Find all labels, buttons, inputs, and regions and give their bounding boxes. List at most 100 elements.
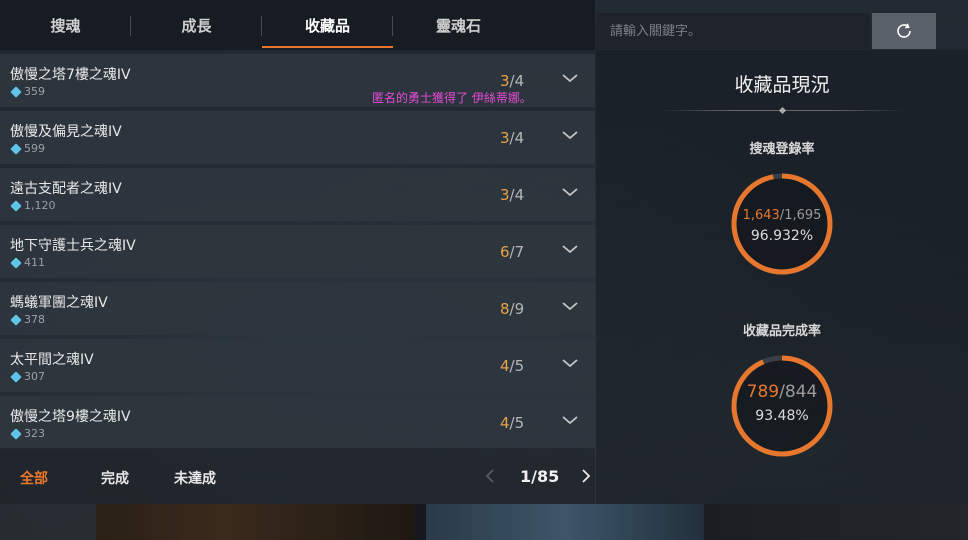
chevron-left-icon[interactable] [484,468,496,484]
collection-rate-total: 844 [784,382,818,402]
list-item[interactable]: 螞蟻軍團之魂IV 378 8/9 [0,282,595,335]
list-item[interactable]: 遠古支配者之魂IV 1,120 3/4 [0,168,595,221]
points-value: 307 [24,370,45,383]
notify-suffix: 。 [519,91,532,105]
item-count: 6/7 [500,243,525,261]
item-count: 8/9 [500,300,525,318]
item-count: 4/5 [500,414,525,432]
item-name: 傲慢及偏見之魂IV [10,124,122,140]
list-item[interactable]: 傲慢及偏見之魂IV 599 3/4 [0,111,595,164]
refresh-icon [897,23,911,38]
points-value: 411 [24,256,45,269]
item-points: 1,120 [10,199,56,212]
soul-rate-label: 搜魂登錄率 [749,142,815,157]
count-have: 4 [500,357,510,375]
collection-rate-count: 789/844 [746,382,818,402]
chevron-down-icon[interactable] [561,129,579,141]
collection-list: 傲慢之塔7樓之魂IV 359 匿名的勇士獲得了 伊絲蒂娜。 3/4 傲慢及偏見之… [0,54,595,453]
tab-label: 搜魂 [50,16,81,35]
panel-title: 收藏品現況 [734,74,830,96]
item-name: 地下守護士兵之魂IV [10,238,136,254]
tab-collection[interactable]: 收藏品 [262,0,393,50]
chevron-down-icon[interactable] [561,357,579,369]
chevron-down-icon[interactable] [561,300,579,312]
collection-rate-current: 789 [746,382,780,402]
item-points: 359 [10,85,45,98]
soul-gem-icon [10,85,22,98]
tab-soul-stone[interactable]: 靈魂石 [393,0,524,50]
count-total: 5 [514,414,525,432]
acquisition-notification: 匿名的勇士獲得了 伊絲蒂娜。 [372,89,532,106]
collection-status-panel: 收藏品現況 搜魂登錄率 1,643/1,695 96.932% 收藏品完成率 7… [596,50,968,504]
item-points: 307 [10,370,45,383]
notify-item: 伊絲蒂娜 [471,91,520,105]
item-count: 3/4 [500,72,525,90]
tab-label: 收藏品 [304,16,350,35]
item-name: 遠古支配者之魂IV [10,181,122,197]
item-points: 378 [10,313,45,326]
collection-rate-label: 收藏品完成率 [742,324,821,339]
collection-rate-ring [731,355,833,457]
count-have: 3 [500,129,510,147]
item-count: 3/4 [500,129,525,147]
item-points: 323 [10,427,45,440]
points-value: 323 [24,427,45,440]
filter-incomplete[interactable]: 未達成 [174,468,216,488]
active-tab-underline [262,46,393,48]
search-box [596,13,870,49]
filter-bar: 全部 完成 未達成 1/85 [0,448,595,504]
list-item[interactable]: 地下守護士兵之魂IV 411 6/7 [0,225,595,278]
divider-ornament [778,106,787,115]
soul-gem-icon [10,313,22,326]
count-total: 4 [514,186,525,204]
notify-text: 匿名的勇士獲得了 [372,91,472,105]
list-item[interactable]: 太平間之魂IV 307 4/5 [0,339,595,392]
list-item[interactable]: 傲慢之塔9樓之魂IV 323 4/5 [0,396,595,449]
soul-gem-icon [10,142,22,155]
item-points: 599 [10,142,45,155]
count-total: 4 [514,129,525,147]
tab-label: 靈魂石 [435,16,481,35]
points-value: 1,120 [24,199,56,212]
count-have: 4 [500,414,510,432]
points-value: 599 [24,142,45,155]
soul-rate-total: 1,695 [784,208,822,223]
soul-gem-icon [10,427,22,440]
tab-growth[interactable]: 成長 [131,0,262,50]
tab-soul-search[interactable]: 搜魂 [0,0,131,50]
soul-gem-icon [10,256,22,269]
count-have: 8 [500,300,510,318]
count-total: 9 [514,300,525,318]
count-have: 3 [500,72,510,90]
soul-rate-ring [731,173,833,275]
item-points: 411 [10,256,45,269]
refresh-button[interactable] [872,13,936,49]
filter-all[interactable]: 全部 [20,468,48,488]
soul-rate-current: 1,643 [742,208,780,223]
chevron-down-icon[interactable] [561,186,579,198]
chevron-right-icon[interactable] [580,468,592,484]
count-total: 4 [514,72,525,90]
background-art-strip [96,504,968,540]
tab-label: 成長 [181,16,212,35]
tab-bar: 搜魂 成長 收藏品 靈魂石 [0,0,595,50]
soul-rate-percent: 96.932% [750,228,814,244]
page-indicator: 1/85 [520,467,560,486]
count-total: 7 [514,243,525,261]
list-item[interactable]: 傲慢之塔7樓之魂IV 359 匿名的勇士獲得了 伊絲蒂娜。 3/4 [0,54,595,107]
collection-rate-percent: 93.48% [755,408,809,424]
chevron-down-icon[interactable] [561,72,579,84]
points-value: 359 [24,85,45,98]
item-name: 太平間之魂IV [10,352,94,368]
chevron-down-icon[interactable] [561,243,579,255]
count-have: 3 [500,186,510,204]
soul-gem-icon [10,370,22,383]
points-value: 378 [24,313,45,326]
count-have: 6 [500,243,510,261]
item-count: 3/4 [500,186,525,204]
item-name: 傲慢之塔9樓之魂IV [10,409,131,425]
soul-gem-icon [10,199,22,212]
filter-complete[interactable]: 完成 [101,468,129,488]
chevron-down-icon[interactable] [561,414,579,426]
search-input[interactable] [610,23,870,39]
